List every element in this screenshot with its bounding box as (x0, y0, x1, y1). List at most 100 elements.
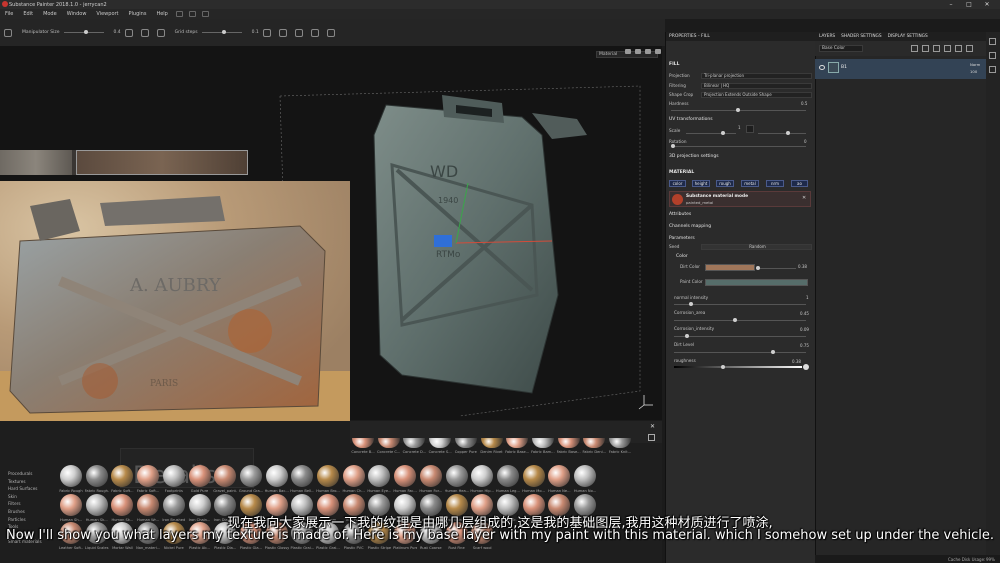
add-layer-icon[interactable] (944, 45, 951, 52)
tab-shader-settings[interactable]: SHADER SETTINGS (841, 34, 881, 39)
paint-color-swatch[interactable] (705, 279, 808, 286)
add-effect-icon[interactable] (911, 45, 918, 52)
menu-file[interactable]: File (0, 11, 18, 17)
menu-edit[interactable]: Edit (18, 11, 38, 17)
add-folder-icon[interactable] (955, 45, 962, 52)
grid-view-icon[interactable] (648, 434, 655, 441)
channel-height-button[interactable]: height (692, 180, 710, 187)
seed-random-button[interactable]: Random (701, 243, 812, 250)
world-icon[interactable] (294, 28, 303, 37)
normal-intensity-slider[interactable] (674, 304, 806, 305)
rotation-knob[interactable] (671, 144, 675, 148)
menu-window[interactable]: Window (62, 11, 92, 17)
corrosion-intensity-knob[interactable] (685, 334, 689, 338)
layer-opacity[interactable]: 100 (970, 69, 977, 74)
attributes-section[interactable]: Attributes (669, 212, 691, 217)
scale-slider-2[interactable] (758, 133, 806, 134)
uv-section-title[interactable]: UV transformations (669, 117, 713, 122)
visibility-eye-icon[interactable] (819, 65, 825, 70)
layer-row[interactable]: B1 Norm 100 (815, 59, 986, 79)
tab-layers[interactable]: LAYERS (819, 34, 835, 39)
symmetry-icon[interactable] (4, 28, 12, 37)
corrosion-area-slider[interactable] (674, 320, 806, 321)
dock-shelf-icon[interactable] (989, 66, 996, 73)
normal-intensity-knob[interactable] (689, 302, 693, 306)
hardness-knob[interactable] (736, 108, 740, 112)
layer-name: B1 (841, 65, 847, 70)
rotation-slider[interactable] (671, 146, 806, 147)
dirt-color-slider[interactable] (758, 268, 796, 269)
reference-thumb-2 (76, 150, 248, 175)
roughness-picker-icon[interactable] (803, 364, 809, 370)
menu-mode[interactable]: Mode (38, 11, 62, 17)
settings-icon[interactable] (201, 11, 209, 17)
scale-icon[interactable] (156, 28, 165, 37)
dirt-color-swatch[interactable] (705, 264, 755, 271)
menu-help[interactable]: Help (151, 11, 172, 17)
shelf-close-icon[interactable]: ✕ (650, 423, 655, 430)
align-icon[interactable] (278, 28, 287, 37)
dock-properties-icon[interactable] (989, 52, 996, 59)
snap-icon[interactable] (262, 28, 271, 37)
screenshot-icon[interactable] (655, 48, 661, 54)
menu-plugins[interactable]: Plugins (124, 11, 152, 17)
material-card[interactable]: Substance material mode painted_metal ✕ (669, 191, 811, 207)
parameters-section[interactable]: Parameters (669, 236, 695, 241)
pivot-icon[interactable] (310, 28, 319, 37)
color-section[interactable]: Color (676, 254, 688, 259)
close-button[interactable]: ✕ (980, 0, 994, 9)
menu-viewport[interactable]: Viewport (91, 11, 123, 17)
channel-ao-button[interactable]: ao (791, 180, 808, 187)
delete-layer-icon[interactable] (966, 45, 973, 52)
channel-color-button[interactable]: color (669, 180, 686, 187)
reset-icon[interactable] (326, 28, 335, 37)
add-mask-icon[interactable] (922, 45, 929, 52)
camera-icon[interactable] (635, 48, 641, 54)
minimize-button[interactable]: – (944, 0, 958, 9)
scale-knob-2[interactable] (786, 131, 790, 135)
dock-layers-icon[interactable] (989, 38, 996, 45)
export-icon[interactable] (188, 11, 196, 17)
rotate-icon[interactable] (140, 28, 149, 37)
3d-projection-settings[interactable]: 3D projection settings (669, 154, 719, 159)
projection-dropdown[interactable]: Tri-planar projection (701, 72, 812, 79)
layer-blend-mode[interactable]: Norm (970, 62, 980, 67)
manipulator-size-slider[interactable] (63, 30, 104, 34)
dirt-level-knob[interactable] (771, 350, 775, 354)
filtering-dropdown[interactable]: Bilinear | HQ (701, 82, 812, 89)
channel-rough-button[interactable]: rough (716, 180, 734, 187)
normal-intensity-row: normal intensity (674, 294, 817, 301)
channels-mapping-section[interactable]: Channels mapping (669, 224, 711, 229)
shape-crop-dropdown[interactable]: Projection Extends Outside Shape (701, 91, 812, 98)
shelf-cat-skin[interactable]: Skin (0, 493, 56, 501)
shelf-cat-textures[interactable]: Textures (0, 478, 56, 486)
grid-steps-slider[interactable] (201, 30, 242, 34)
corrosion-area-knob[interactable] (733, 318, 737, 322)
material-remove-icon[interactable]: ✕ (802, 195, 806, 201)
maximize-button[interactable]: □ (962, 0, 976, 9)
menu-bar: File Edit Mode Window Viewport Plugins H… (0, 9, 1000, 19)
tab-display-settings[interactable]: DISPLAY SETTINGS (888, 34, 928, 39)
channel-select[interactable]: Base Color (819, 45, 863, 52)
display-icon[interactable] (625, 48, 631, 54)
channel-metal-button[interactable]: metal (741, 180, 759, 187)
scale-slider[interactable] (686, 133, 736, 134)
scale-lock-icon[interactable] (746, 125, 754, 133)
roughness-slider[interactable] (674, 366, 802, 368)
move-icon[interactable] (124, 28, 133, 37)
add-fill-layer-icon[interactable] (933, 45, 940, 52)
roughness-knob[interactable] (721, 365, 725, 369)
dirt-color-knob[interactable] (756, 266, 760, 270)
render-icon[interactable] (645, 48, 651, 54)
shelf-cat-hard-surfaces[interactable]: Hard Surfaces (0, 485, 56, 493)
material-section-title: MATERIAL (669, 170, 695, 175)
channel-nrm-button[interactable]: nrm (766, 180, 784, 187)
dirt-level-slider[interactable] (674, 352, 806, 353)
shelf-cat-procedurals[interactable]: Procedurals (0, 470, 56, 478)
shelf-cat-filters[interactable]: Filters (0, 500, 56, 508)
scale-knob[interactable] (721, 131, 725, 135)
bake-icon[interactable] (175, 11, 183, 17)
manipulator-size-label: Manipulator Size (22, 30, 60, 35)
corrosion-intensity-slider[interactable] (674, 336, 806, 337)
jerrycan-model[interactable]: WD 1940 RTMo (372, 95, 600, 395)
